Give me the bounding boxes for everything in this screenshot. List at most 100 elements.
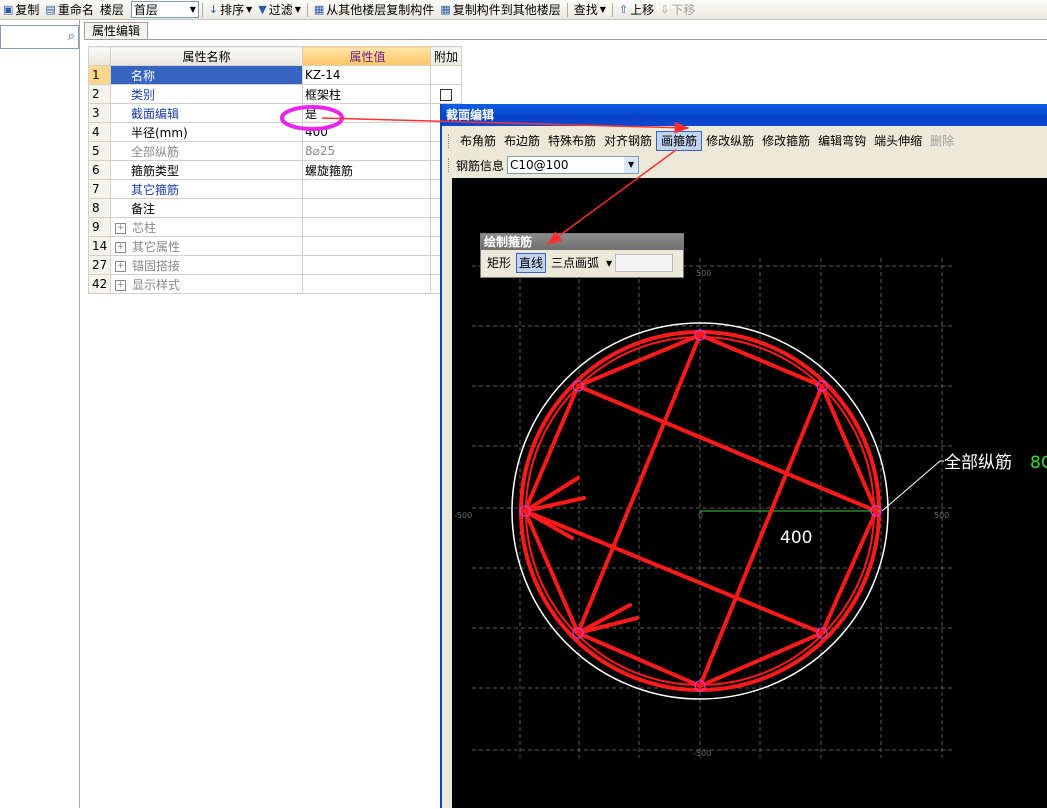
row-value: [302, 255, 431, 275]
tick-left: -500: [454, 511, 472, 520]
line-tool[interactable]: 直线: [516, 253, 547, 273]
callout-label: 全部纵筋: [944, 453, 1012, 473]
edit-stirrup-button[interactable]: 修改箍筋: [758, 132, 814, 150]
table-row[interactable]: 4 半径(mm) 400: [88, 122, 462, 142]
end-extend-button[interactable]: 端头伸缩: [870, 132, 926, 150]
draw-option-select[interactable]: [615, 254, 674, 272]
chevron-down-icon: ▼: [599, 5, 606, 14]
chevron-down-icon: ▼: [294, 5, 301, 14]
row-name: 芯柱: [132, 220, 157, 235]
copy-button[interactable]: ▣ 复制: [0, 0, 42, 19]
align-rebar-button[interactable]: 对齐钢筋: [600, 132, 656, 150]
table-row[interactable]: 1 名称 KZ-14: [88, 65, 462, 85]
row-name: 半径(mm): [131, 125, 188, 140]
row-value[interactable]: 框架柱: [302, 84, 431, 104]
sort-icon: ↓: [208, 3, 219, 16]
rebar-info-bar: 钢筋信息 C10@100 ▼: [448, 154, 640, 176]
expand-icon[interactable]: +: [115, 222, 126, 234]
table-row-group[interactable]: 42 + 显示样式: [88, 274, 462, 294]
table-row[interactable]: 8 备注: [88, 198, 462, 218]
table-row[interactable]: 5 全部纵筋 8⌀25: [88, 141, 462, 161]
dialog-title[interactable]: 截面编辑: [442, 104, 1047, 126]
copy-to-floor-button[interactable]: ▦ 复制构件到其他楼层: [437, 0, 563, 19]
rebar-info-select[interactable]: C10@100 ▼: [507, 156, 640, 174]
row-index: 8: [88, 198, 111, 218]
toolbar-grip[interactable]: [448, 158, 452, 172]
move-down-button[interactable]: ⇩ 下移: [657, 0, 698, 19]
row-value[interactable]: [302, 179, 431, 199]
row-index: 14: [88, 236, 111, 256]
row-index: 5: [88, 141, 111, 161]
row-name: 显示样式: [132, 277, 181, 292]
expand-icon[interactable]: +: [115, 241, 126, 253]
rename-icon: ▤: [45, 3, 56, 16]
draw-stirrup-button[interactable]: 画箍筋: [656, 131, 703, 151]
move-up-button[interactable]: ⇧ 上移: [616, 0, 657, 19]
special-rebar-button[interactable]: 特殊布筋: [544, 132, 600, 150]
header-extra: 附加: [430, 46, 462, 66]
table-row-group[interactable]: 9 + 芯柱: [88, 217, 462, 237]
table-row[interactable]: 7 其它箍筋: [88, 179, 462, 199]
find-button[interactable]: 查找 ▼: [571, 0, 609, 19]
row-value[interactable]: 400: [302, 122, 431, 142]
search-icon[interactable]: ⌕: [68, 29, 75, 44]
tick-right: 500: [934, 511, 949, 520]
expand-icon[interactable]: +: [115, 260, 126, 272]
rebar-info-label: 钢筋信息: [456, 158, 505, 173]
copy-from-floor-button[interactable]: ▦ 从其他楼层复制构件: [311, 0, 437, 19]
edge-rebar-button[interactable]: 布边筋: [500, 132, 544, 150]
row-value[interactable]: 螺旋箍筋: [302, 160, 431, 180]
rename-button[interactable]: ▤ 重命名: [42, 0, 96, 19]
row-name: 类别: [131, 87, 156, 102]
tick-center: 0: [698, 511, 703, 520]
row-name: 箍筋类型: [131, 163, 180, 178]
edit-longitudinal-button[interactable]: 修改纵筋: [702, 132, 758, 150]
tab-property-edit[interactable]: 属性编辑: [84, 22, 148, 40]
table-row-group[interactable]: 14 + 其它属性: [88, 236, 462, 256]
sort-button[interactable]: ↓ 排序 ▼: [206, 0, 255, 19]
table-row-group[interactable]: 27 + 锚固搭接: [88, 255, 462, 275]
three-point-arc-tool[interactable]: 三点画弧: [549, 254, 601, 272]
delete-button[interactable]: 删除: [926, 132, 958, 150]
table-row[interactable]: 6 箍筋类型 螺旋箍筋: [88, 160, 462, 180]
component-list-pane: ⌕: [0, 20, 80, 808]
arrow-down-icon: ⇩: [660, 3, 670, 16]
corner-rebar-button[interactable]: 布角筋: [456, 132, 500, 150]
draw-window-title[interactable]: 绘制箍筋: [481, 234, 683, 250]
header-value: 属性值: [302, 46, 431, 66]
table-row[interactable]: 3 截面编辑 是: [88, 103, 462, 123]
edit-hook-button[interactable]: 编辑弯钩: [814, 132, 870, 150]
search-input[interactable]: ⌕: [0, 25, 79, 49]
chevron-down-icon[interactable]: ▼: [606, 259, 612, 268]
row-name: 截面编辑: [131, 106, 180, 121]
table-row[interactable]: 2 类别 框架柱: [88, 84, 462, 104]
floor-label: 楼层: [99, 3, 124, 17]
row-name: 锚固搭接: [132, 258, 181, 273]
row-value[interactable]: 8⌀25: [302, 141, 431, 161]
filter-button[interactable]: ▼ 过滤 ▼: [255, 0, 304, 19]
callout-value: 8C: [1030, 453, 1047, 473]
row-value[interactable]: [302, 198, 431, 218]
rectangle-tool[interactable]: 矩形: [485, 254, 513, 272]
extra-checkbox[interactable]: [440, 88, 452, 101]
row-index: 4: [88, 122, 111, 142]
row-index: 6: [88, 160, 111, 180]
toolbar-divider: [306, 2, 308, 17]
callout-leader: [881, 460, 944, 512]
toolbar-grip[interactable]: [448, 134, 452, 148]
row-name: 备注: [131, 201, 156, 216]
property-table: 属性名称 属性值 附加 1 名称 KZ-14 2 类别 框架柱 3 截面编辑 是…: [88, 46, 462, 294]
row-value[interactable]: 是: [302, 103, 431, 123]
chevron-down-icon[interactable]: ▼: [624, 157, 639, 173]
row-value[interactable]: KZ-14: [302, 65, 431, 85]
filter-icon: ▼: [258, 3, 267, 16]
row-index: 42: [88, 274, 111, 294]
expand-icon[interactable]: +: [115, 279, 126, 291]
row-value: [302, 217, 431, 237]
row-index: 27: [88, 255, 111, 275]
row-name: 名称: [131, 68, 156, 83]
floor-select[interactable]: 首层 ▼: [130, 1, 199, 18]
row-name: 全部纵筋: [131, 144, 180, 159]
chevron-down-icon: ▼: [246, 5, 253, 14]
header-index: [88, 46, 111, 66]
